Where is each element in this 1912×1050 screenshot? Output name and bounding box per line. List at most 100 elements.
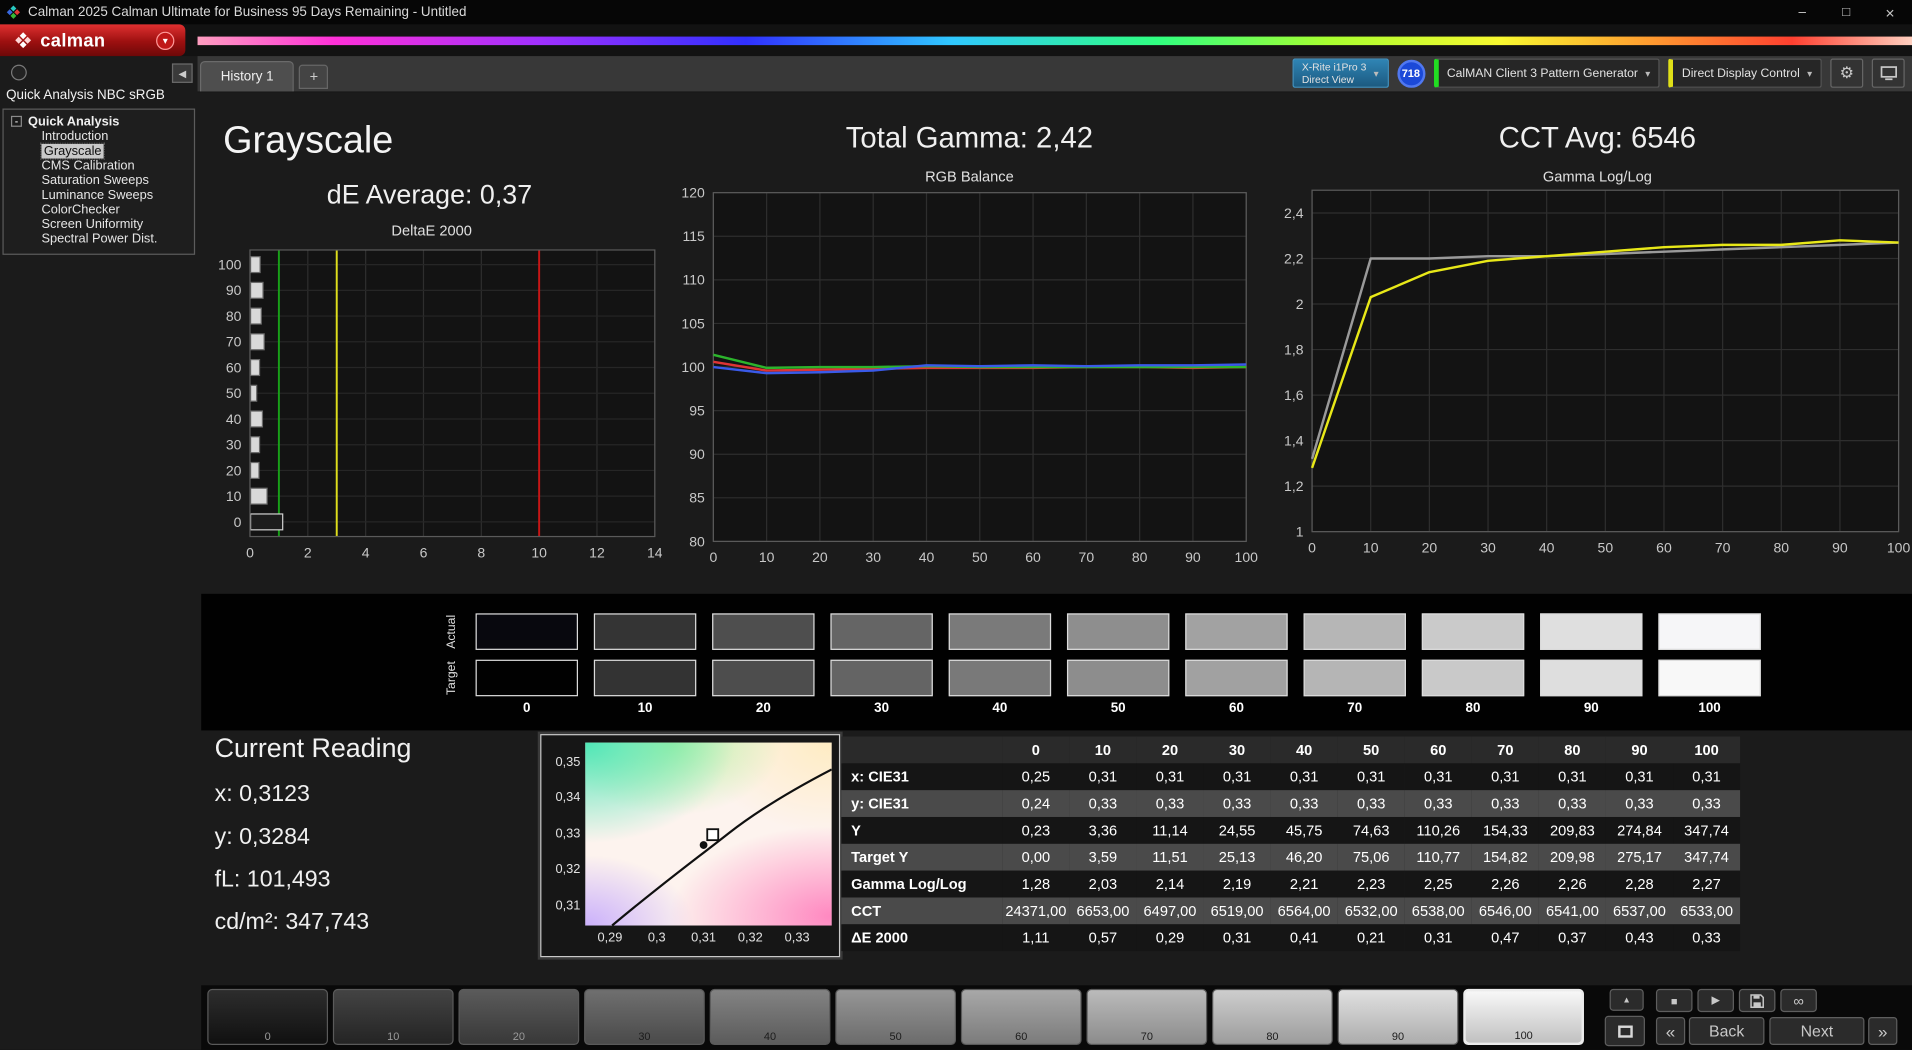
sidebar-item-grayscale[interactable]: Grayscale [4, 144, 194, 159]
window-title: Calman 2025 Calman Ultimate for Business… [28, 5, 466, 20]
back-chevron-button[interactable]: « [1656, 1017, 1685, 1045]
sidebar-item-cms-calibration[interactable]: CMS Calibration [4, 159, 194, 174]
pattern-button-40[interactable]: 40 [710, 989, 831, 1045]
sidebar-item-introduction[interactable]: Introduction [4, 129, 194, 144]
stop-button[interactable]: ■ [1656, 989, 1693, 1012]
current-reading-title: Current Reading [215, 733, 412, 765]
target-swatch-70 [1304, 660, 1406, 697]
meter-line1: X-Rite i1Pro 3 [1302, 61, 1367, 73]
swatch-level-label: 90 [1540, 701, 1642, 716]
sidebar-item-luminance-sweeps[interactable]: Luminance Sweeps [4, 188, 194, 203]
chevron-down-icon: ▾ [1645, 68, 1650, 79]
sidebar-item-saturation-sweeps[interactable]: Saturation Sweeps [4, 173, 194, 188]
pattern-up-button[interactable]: ▲ [1610, 989, 1644, 1011]
current-reading-panel: Current Reading x: 0,3123 y: 0,3284 fL: … [215, 733, 412, 952]
next-button[interactable]: Next [1769, 1017, 1864, 1045]
meter-select-button[interactable]: X-Rite i1Pro 3 Direct View ▾ [1292, 59, 1388, 88]
pattern-button-70[interactable]: 70 [1086, 989, 1207, 1045]
svg-text:10: 10 [1363, 539, 1379, 555]
target-swatch-row [476, 660, 1761, 697]
pattern-button-60[interactable]: 60 [961, 989, 1082, 1045]
svg-text:100: 100 [1235, 549, 1259, 565]
svg-text:0: 0 [1308, 539, 1316, 555]
table-cell: 1,28 [1002, 871, 1069, 898]
sidebar-item-colorchecker[interactable]: ColorChecker [4, 202, 194, 217]
pattern-button-90[interactable]: 90 [1338, 989, 1459, 1045]
pattern-button-0[interactable]: 0 [207, 989, 328, 1045]
actual-swatch-10 [594, 613, 696, 650]
next-chevron-button[interactable]: » [1868, 1017, 1897, 1045]
table-cell: 0,47 [1472, 924, 1539, 951]
pattern-button-50[interactable]: 50 [835, 989, 956, 1045]
pattern-button-label: 20 [460, 1030, 578, 1042]
close-button[interactable]: × [1868, 0, 1912, 24]
workflow-title: Quick Analysis NBC sRGB [6, 88, 165, 103]
meter-label: X-Rite i1Pro 3 Direct View [1302, 61, 1367, 86]
display-control-button[interactable]: Direct Display Control ▾ [1668, 59, 1821, 88]
link-button[interactable]: ∞ [1780, 989, 1817, 1012]
pattern-button-20[interactable]: 20 [458, 989, 579, 1045]
svg-text:0: 0 [246, 544, 254, 560]
table-cell: 154,33 [1472, 817, 1539, 844]
title-bar: Calman 2025 Calman Ultimate for Business… [0, 0, 1912, 24]
layout-button[interactable] [1872, 59, 1905, 88]
table-cell: 0,31 [1472, 763, 1539, 790]
table-cell: 2,21 [1271, 871, 1338, 898]
sidebar-item-screen-uniformity[interactable]: Screen Uniformity [4, 217, 194, 232]
pattern-button-100[interactable]: 100 [1463, 989, 1584, 1045]
chevron-down-icon: ▾ [1374, 68, 1379, 79]
add-tab-button[interactable]: + [299, 65, 328, 89]
sidebar-item-spectral-power-dist-[interactable]: Spectral Power Dist. [4, 232, 194, 247]
tree-collapse-icon[interactable]: - [11, 116, 22, 127]
gamma-chart-title: Gamma Log/Log [1268, 168, 1912, 188]
tab-history-1[interactable]: History 1 [200, 61, 294, 91]
target-swatch-50 [1067, 660, 1169, 697]
target-row-caption: Target [445, 655, 462, 701]
play-button[interactable]: ▶ [1697, 989, 1734, 1012]
minimize-button[interactable]: – [1780, 0, 1824, 24]
actual-swatch-60 [1185, 613, 1287, 650]
table-cell: 0,33 [1136, 790, 1203, 817]
svg-text:10: 10 [759, 549, 775, 565]
pattern-button-10[interactable]: 10 [333, 989, 454, 1045]
svg-text:90: 90 [1185, 549, 1201, 565]
table-cell: 75,06 [1338, 844, 1405, 871]
table-cell: 0,33 [1539, 790, 1606, 817]
tab-bar: History 1 + X-Rite i1Pro 3 Direct View ▾… [198, 56, 1912, 93]
table-col-header: 50 [1338, 737, 1405, 764]
pattern-window-button[interactable] [1605, 1016, 1645, 1046]
table-col-header: 0 [1002, 737, 1069, 764]
deltae-chart-title: DeltaE 2000 [201, 222, 662, 242]
table-cell: 25,13 [1204, 844, 1271, 871]
source-select-button[interactable]: CalMAN Client 3 Pattern Generator ▾ [1433, 59, 1660, 88]
chevron-down-icon: ▾ [1807, 68, 1812, 79]
pattern-button-30[interactable]: 30 [584, 989, 705, 1045]
svg-text:2: 2 [1296, 296, 1304, 312]
svg-text:40: 40 [919, 549, 935, 565]
save-button[interactable] [1739, 989, 1776, 1012]
calman-logo[interactable]: calman ▾ [0, 24, 185, 56]
rgb-balance-chart-title: RGB Balance [665, 168, 1275, 188]
table-cell: 24,55 [1204, 817, 1271, 844]
swatch-level-labels: 0102030405060708090100 [476, 701, 1761, 716]
svg-text:1,2: 1,2 [1284, 478, 1304, 494]
table-cell: 0,31 [1204, 924, 1271, 951]
reading-fl: fL: 101,493 [215, 867, 412, 894]
pattern-button-80[interactable]: 80 [1212, 989, 1333, 1045]
tree-root[interactable]: - Quick Analysis [4, 113, 194, 129]
svg-text:6: 6 [420, 544, 428, 560]
settings-gear-button[interactable]: ⚙ [1830, 59, 1863, 88]
collapse-sidebar-button[interactable]: ◀ [172, 63, 193, 83]
svg-text:40: 40 [226, 411, 242, 427]
table-cell: 2,28 [1606, 871, 1673, 898]
table-cell: 6541,00 [1539, 897, 1606, 924]
maximize-button[interactable]: □ [1824, 0, 1868, 24]
svg-text:110: 110 [682, 272, 705, 288]
svg-text:12: 12 [589, 544, 605, 560]
back-button[interactable]: Back [1689, 1017, 1765, 1045]
svg-text:100: 100 [1887, 539, 1911, 555]
table-cell: 2,14 [1136, 871, 1203, 898]
logo-menu-caret[interactable]: ▾ [156, 31, 174, 49]
svg-text:8: 8 [477, 544, 485, 560]
table-col-header: 70 [1472, 737, 1539, 764]
